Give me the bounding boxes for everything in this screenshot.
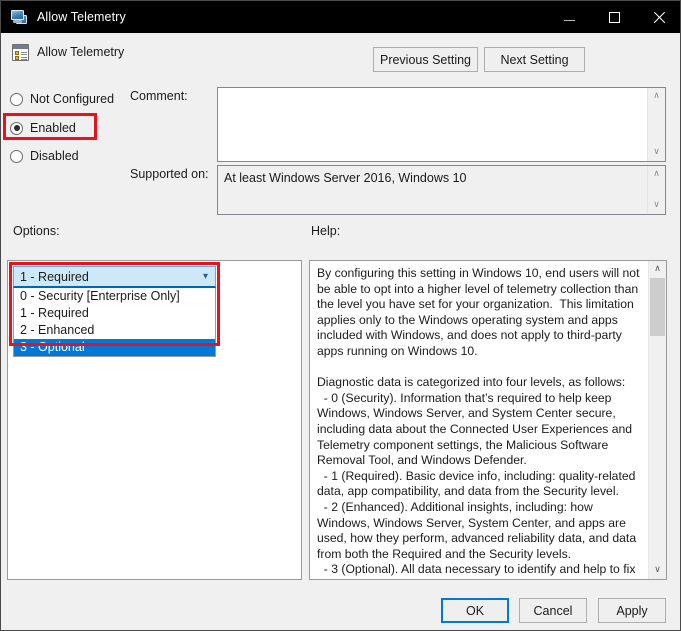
telemetry-level-value: 1 - Required (20, 269, 89, 284)
cancel-button[interactable]: Cancel (519, 598, 587, 623)
chevron-down-icon[interactable]: ▾ (203, 271, 208, 282)
scroll-up-icon[interactable]: ∧ (648, 166, 665, 183)
minimize-button[interactable] (547, 1, 592, 33)
monitor-policy-icon (10, 8, 28, 26)
comment-input-value (218, 88, 647, 161)
combo-option-optional[interactable]: 3 - Optional (14, 339, 215, 356)
comment-label: Comment: (130, 89, 188, 103)
comment-input[interactable]: ∧ ∨ (217, 87, 666, 162)
minimize-icon (564, 20, 575, 21)
radio-not-configured-mark (10, 92, 23, 106)
window-controls (547, 1, 680, 33)
supported-on-label: Supported on: (130, 167, 209, 181)
telemetry-level-combobox[interactable]: 1 - Required ▾ 0 - Security [Enterprise … (13, 266, 216, 357)
combo-option-required[interactable]: 1 - Required (14, 305, 215, 322)
window-title: Allow Telemetry (37, 10, 126, 24)
supported-on-field: At least Windows Server 2016, Windows 10… (217, 165, 666, 215)
apply-button[interactable]: Apply (598, 598, 666, 623)
telemetry-level-selected[interactable]: 1 - Required ▾ (13, 266, 216, 288)
title-bar: Allow Telemetry (1, 1, 680, 33)
supported-on-scrollbar[interactable]: ∧ ∨ (647, 166, 665, 214)
scroll-down-icon[interactable]: ∨ (649, 562, 666, 579)
ok-button[interactable]: OK (441, 598, 509, 623)
radio-disabled[interactable]: Disabled (10, 146, 79, 166)
previous-setting-button[interactable]: Previous Setting (373, 47, 478, 72)
next-setting-button[interactable]: Next Setting (484, 47, 585, 72)
radio-not-configured-label: Not Configured (30, 92, 115, 106)
help-panel: By configuring this setting in Windows 1… (309, 260, 667, 580)
supported-on-value: At least Windows Server 2016, Windows 10 (224, 171, 467, 185)
scroll-down-icon[interactable]: ∨ (648, 144, 665, 161)
radio-enabled[interactable]: Enabled (10, 118, 76, 138)
maximize-button[interactable] (592, 1, 637, 33)
telemetry-level-options-list[interactable]: 0 - Security [Enterprise Only] 1 - Requi… (13, 288, 216, 357)
radio-not-configured[interactable]: Not Configured (10, 89, 114, 109)
radio-enabled-label: Enabled (30, 121, 76, 135)
comment-scrollbar[interactable]: ∧ ∨ (647, 88, 665, 161)
scroll-up-icon[interactable]: ∧ (648, 88, 665, 105)
options-label: Options: (13, 224, 60, 238)
help-text: By configuring this setting in Windows 1… (317, 266, 640, 579)
close-icon (653, 11, 666, 24)
scroll-down-icon[interactable]: ∨ (648, 197, 665, 214)
help-label: Help: (311, 224, 341, 238)
maximize-icon (609, 11, 620, 23)
scroll-up-icon[interactable]: ∧ (649, 261, 666, 278)
close-button[interactable] (637, 1, 680, 33)
policy-setting-icon (12, 44, 29, 61)
allow-telemetry-dialog: Allow Telemetry Allow Telemetry Previous… (0, 0, 681, 631)
combo-option-security[interactable]: 0 - Security [Enterprise Only] (14, 288, 215, 305)
radio-disabled-label: Disabled (30, 149, 79, 163)
radio-enabled-mark (10, 121, 23, 135)
help-scroll-thumb[interactable] (650, 278, 665, 336)
combo-option-enhanced[interactable]: 2 - Enhanced (14, 322, 215, 339)
help-scrollbar[interactable]: ∧ ∨ (648, 261, 666, 579)
help-scroll-track[interactable] (649, 278, 666, 562)
radio-disabled-mark (10, 149, 23, 163)
page-title: Allow Telemetry (37, 45, 125, 59)
